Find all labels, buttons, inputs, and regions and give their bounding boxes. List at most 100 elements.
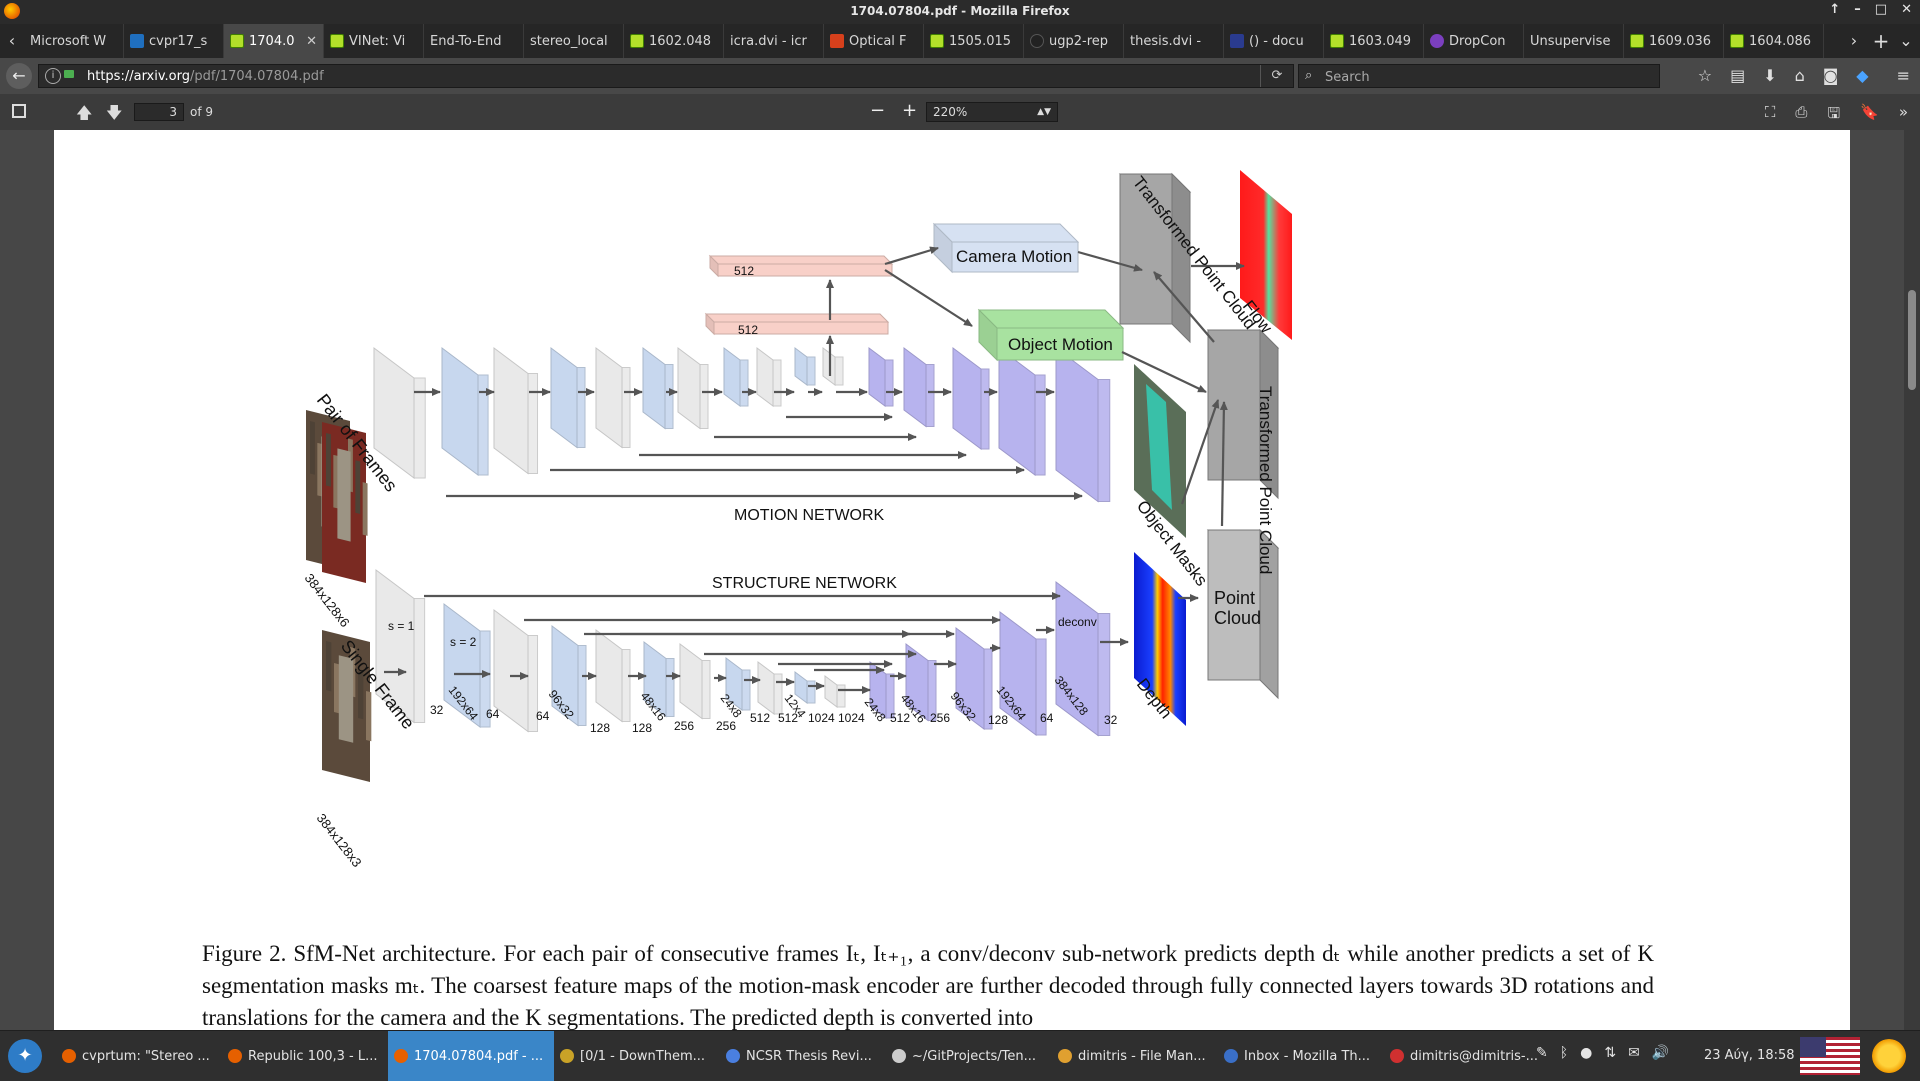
- downloads-icon[interactable]: ⬇: [1763, 66, 1776, 85]
- motion-layer-12: [903, 347, 935, 428]
- start-menu-button[interactable]: ✦: [8, 1039, 42, 1073]
- page-total: of 9: [190, 105, 214, 119]
- channel-count-label-12: 256: [930, 711, 950, 725]
- window-up-icon[interactable]: ↑: [1829, 2, 1840, 17]
- figure-caption: Figure 2. SfM-Net architecture. For each…: [202, 941, 1654, 1030]
- next-page-icon[interactable]: 🡇: [106, 102, 122, 129]
- fc-layer-2: [704, 312, 890, 336]
- sidebar-toggle-icon[interactable]: [12, 104, 26, 118]
- search-bar[interactable]: ⌕: [1298, 64, 1660, 88]
- reading-list-icon[interactable]: ▤: [1730, 66, 1745, 85]
- volume-icon[interactable]: 🔊: [1652, 1045, 1669, 1061]
- page-number-input[interactable]: 3: [134, 103, 184, 121]
- vertical-scrollbar[interactable]: [1904, 130, 1920, 1030]
- reload-icon[interactable]: ⟳: [1260, 65, 1293, 87]
- taskbar-item-7[interactable]: Inbox - Mozilla Th...: [1218, 1031, 1384, 1081]
- tab-12[interactable]: () - docu: [1224, 24, 1324, 58]
- taskbar-item-label: Republic 100,3 - L...: [248, 1048, 378, 1064]
- tab-4[interactable]: End-To-End: [424, 24, 524, 58]
- tab-scroll-right-icon[interactable]: ›: [1842, 24, 1866, 58]
- zoom-in-button[interactable]: +: [902, 100, 917, 121]
- weather-icon[interactable]: ●: [1580, 1045, 1592, 1061]
- minimize-button[interactable]: –: [1854, 2, 1861, 17]
- mail-icon[interactable]: ✉: [1628, 1045, 1640, 1061]
- slab-top: [932, 223, 1080, 243]
- tab-label: () - docu: [1249, 33, 1304, 49]
- zoom-select[interactable]: 220% ▲▼: [926, 102, 1058, 122]
- photo-detail: [334, 662, 340, 714]
- slab-top: [704, 313, 890, 323]
- tab-16[interactable]: 1609.036: [1624, 24, 1724, 58]
- taskbar-item-3[interactable]: [0/1 - DownThem...: [554, 1031, 720, 1081]
- tab-label: End-To-End: [430, 33, 502, 49]
- tab-13[interactable]: 1603.049: [1324, 24, 1424, 58]
- document-viewer[interactable]: Pair of Frames 384x128x6 Single Frame 384x1…: [0, 130, 1920, 1030]
- channel-count-label-6: 256: [716, 719, 736, 733]
- url-bar[interactable]: i https://arxiv.org/pdf/1704.07804.pdf ⟳: [38, 64, 1294, 88]
- taskbar-item-label: cvprtum: "Stereo ...: [82, 1048, 210, 1064]
- tab-list-dropdown-icon[interactable]: ⌄: [1894, 24, 1918, 58]
- conv-front: [701, 660, 711, 719]
- search-input[interactable]: [1323, 67, 1647, 87]
- tab-14[interactable]: DropCon: [1424, 24, 1524, 58]
- info-icon[interactable]: i: [45, 68, 61, 84]
- presentation-mode-icon[interactable]: ⛶: [1765, 103, 1776, 128]
- tab-3[interactable]: VINet: Vi: [324, 24, 424, 58]
- taskbar-item-0[interactable]: cvprtum: "Stereo ...: [56, 1031, 222, 1081]
- tab-2[interactable]: 1704.0 ✕: [224, 24, 324, 58]
- home-icon[interactable]: ⌂: [1795, 66, 1805, 85]
- zoom-out-button[interactable]: −: [870, 100, 885, 121]
- bookmark-icon[interactable]: 🔖: [1860, 103, 1879, 128]
- channel-count-label-2: 64: [536, 709, 550, 723]
- taskbar-item-6[interactable]: dimitris - File Man...: [1052, 1031, 1218, 1081]
- conv-front: [477, 374, 489, 476]
- conv-side: [723, 347, 741, 407]
- app-icon: [726, 1049, 740, 1063]
- url-text[interactable]: https://arxiv.org/pdf/1704.07804.pdf: [87, 69, 324, 84]
- pdf-page: Pair of Frames 384x128x6 Single Frame 384x1…: [54, 130, 1850, 1030]
- taskbar-item-8[interactable]: dimitris@dimitris-...: [1384, 1031, 1550, 1081]
- back-button[interactable]: ←: [6, 63, 32, 89]
- taskbar-item-1[interactable]: Republic 100,3 - L...: [222, 1031, 388, 1081]
- s2-label: s = 2: [450, 635, 477, 649]
- tab-5[interactable]: stereo_local: [524, 24, 624, 58]
- tab-label: cvpr17_s: [149, 33, 208, 49]
- taskbar-item-5[interactable]: ~/GitProjects/Ten...: [886, 1031, 1052, 1081]
- close-window-button[interactable]: ✕: [1901, 2, 1912, 17]
- tab-11[interactable]: thesis.dvi -: [1124, 24, 1224, 58]
- tab-6[interactable]: 1602.048: [624, 24, 724, 58]
- extension-icon[interactable]: ◆: [1856, 66, 1868, 85]
- network-icon[interactable]: ⇅: [1604, 1045, 1616, 1061]
- bookmark-star-icon[interactable]: ☆: [1698, 66, 1712, 85]
- menu-icon[interactable]: ≡: [1897, 66, 1910, 85]
- tab-7[interactable]: icra.dvi - icr: [724, 24, 824, 58]
- tab-scroll-left-icon[interactable]: ‹: [0, 24, 24, 58]
- tab-9[interactable]: 1505.015: [924, 24, 1024, 58]
- lock-icon: [64, 70, 74, 78]
- tools-icon[interactable]: »: [1899, 103, 1908, 128]
- keyboard-layout-flag-icon[interactable]: [1800, 1037, 1860, 1075]
- tab-17[interactable]: 1604.086: [1724, 24, 1824, 58]
- maximize-button[interactable]: □: [1875, 2, 1887, 17]
- scrollbar-thumb[interactable]: [1908, 290, 1916, 390]
- photo-detail: [310, 420, 315, 475]
- s1-label: s = 1: [388, 619, 415, 633]
- clock[interactable]: 23 Αύγ, 18:58: [1704, 1048, 1795, 1063]
- redshift-sun-icon[interactable]: [1872, 1039, 1906, 1073]
- tab-8[interactable]: Optical F: [824, 24, 924, 58]
- save-icon[interactable]: 🖫: [1827, 103, 1840, 128]
- pocket-icon[interactable]: ◙: [1823, 66, 1839, 85]
- print-icon[interactable]: ⎙: [1795, 103, 1807, 128]
- bluetooth-icon[interactable]: ᛒ: [1560, 1045, 1568, 1061]
- previous-page-icon[interactable]: 🡅: [76, 102, 92, 129]
- task-list: cvprtum: "Stereo ... Republic 100,3 - L..…: [56, 1031, 1550, 1081]
- taskbar-item-2[interactable]: 1704.07804.pdf - ...: [388, 1031, 554, 1081]
- notes-icon[interactable]: ✎: [1536, 1045, 1548, 1061]
- new-tab-button[interactable]: +: [1866, 24, 1896, 58]
- taskbar-item-4[interactable]: NCSR Thesis Revi...: [720, 1031, 886, 1081]
- tab-0[interactable]: Microsoft W: [24, 24, 124, 58]
- tab-15[interactable]: Unsupervise: [1524, 24, 1624, 58]
- close-tab-icon[interactable]: ✕: [306, 34, 317, 49]
- tab-10[interactable]: ugp2-rep: [1024, 24, 1124, 58]
- tab-1[interactable]: cvpr17_s: [124, 24, 224, 58]
